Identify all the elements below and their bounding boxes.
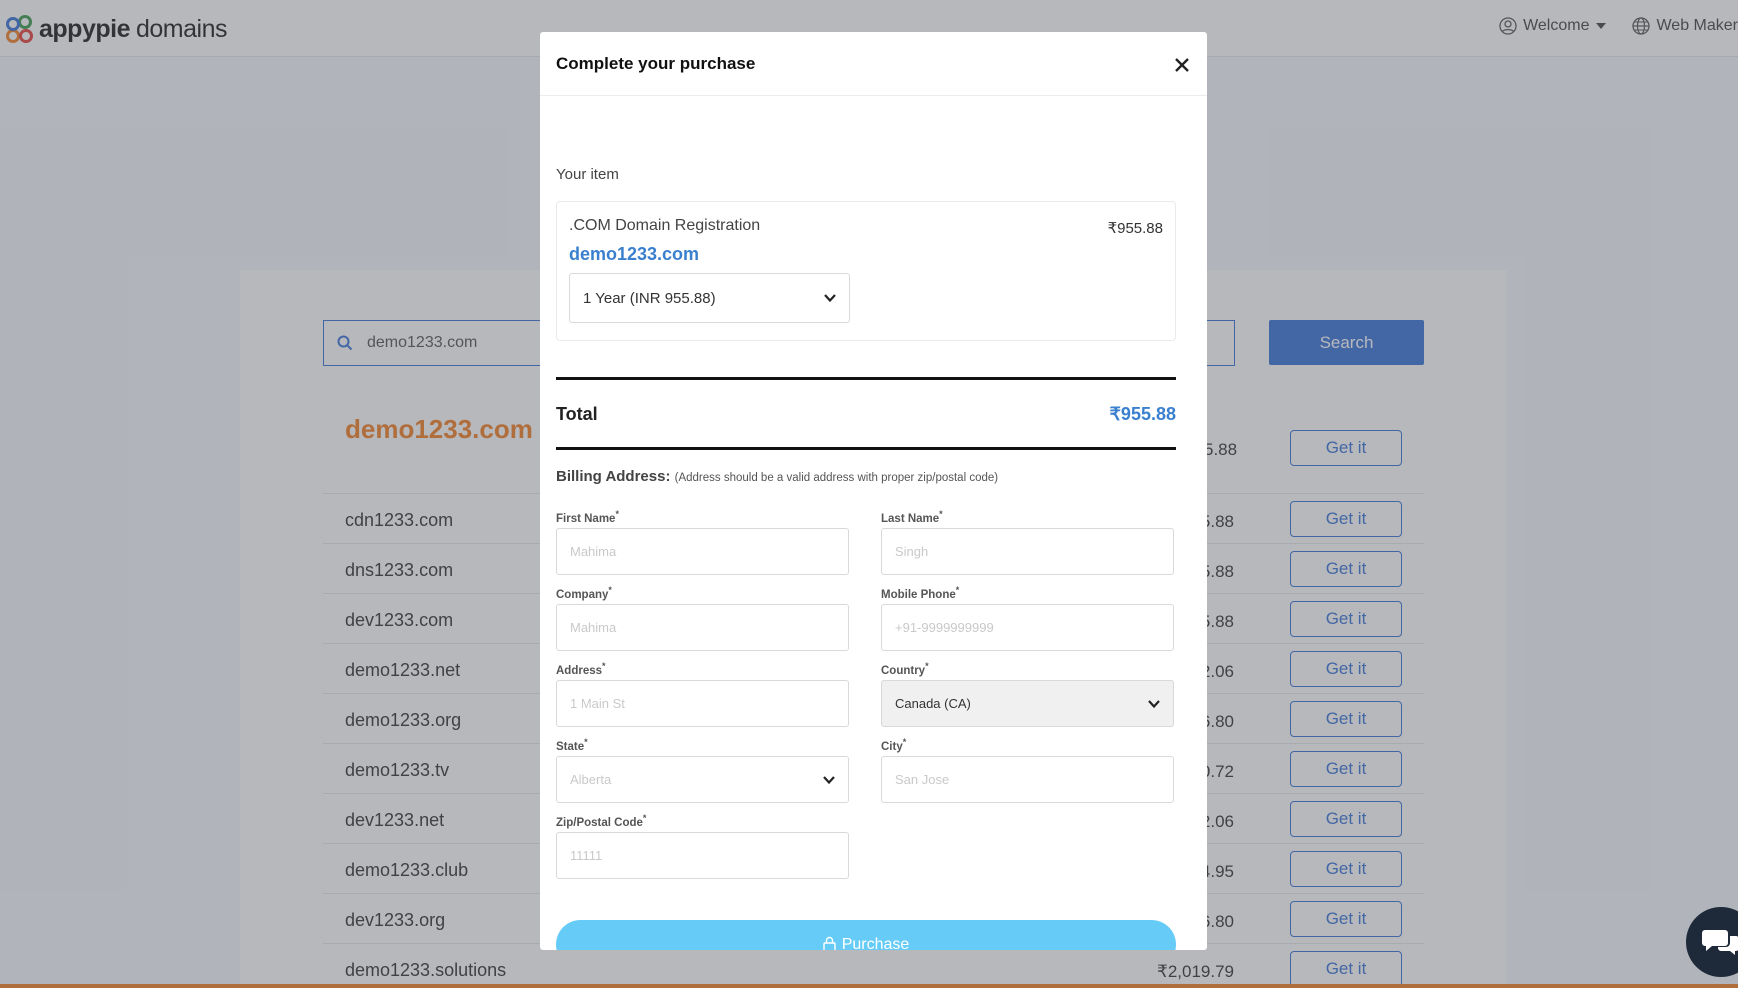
purchase-label: Purchase (841, 935, 910, 951)
address-label: Address* (556, 661, 606, 677)
total-label: Total (556, 404, 598, 424)
close-icon[interactable] (1173, 56, 1191, 74)
chevron-down-icon (1148, 700, 1160, 709)
city-label: City* (881, 737, 907, 753)
term-value: 1 Year (INR 955.88) (583, 289, 716, 307)
lock-icon (823, 936, 836, 950)
term-select[interactable]: 1 Year (INR 955.88) (569, 273, 850, 323)
mobile-phone-label: Mobile Phone* (881, 585, 960, 601)
purchase-modal: Complete your purchase Your item .COM Do… (540, 32, 1207, 950)
state-select[interactable]: Alberta (556, 756, 849, 803)
city-input[interactable]: San Jose (881, 756, 1174, 803)
billing-note: (Address should be a valid address with … (674, 472, 999, 484)
state-placeholder: Alberta (570, 772, 612, 787)
company-label: Company* (556, 585, 612, 601)
item-domain: demo1233.com (569, 244, 700, 264)
your-item-label: Your item (556, 166, 619, 183)
divider (556, 447, 1176, 450)
modal-header: Complete your purchase (540, 32, 1207, 96)
mobile-phone-input[interactable]: +91-9999999999 (881, 604, 1174, 651)
country-select[interactable]: Canada (CA) (881, 680, 1174, 727)
last-name-input[interactable]: Singh (881, 528, 1174, 575)
chevron-down-icon (824, 294, 836, 303)
address-input[interactable]: 1 Main St (556, 680, 849, 727)
zip-code-label: Zip/Postal Code* (556, 813, 647, 829)
item-name: .COM Domain Registration (569, 217, 761, 234)
item-price: ₹955.88 (1107, 220, 1163, 237)
modal-title: Complete your purchase (556, 54, 756, 73)
zip-code-input[interactable]: 11111 (556, 832, 849, 879)
total-value: ₹955.88 (1109, 404, 1176, 424)
chat-icon (1702, 930, 1738, 955)
divider (556, 377, 1176, 380)
billing-address-heading: Billing Address: (Address should be a va… (556, 468, 999, 485)
first-name-input[interactable]: Mahima (556, 528, 849, 575)
country-value: Canada (CA) (895, 696, 971, 711)
purchase-button[interactable]: Purchase (556, 920, 1176, 950)
state-label: State* (556, 737, 588, 753)
chevron-down-icon (823, 776, 835, 785)
last-name-label: Last Name* (881, 509, 943, 525)
company-input[interactable]: Mahima (556, 604, 849, 651)
cart-item-card: .COM Domain Registration ₹955.88 demo123… (556, 201, 1176, 341)
country-label: Country* (881, 661, 929, 677)
first-name-label: First Name* (556, 509, 619, 525)
